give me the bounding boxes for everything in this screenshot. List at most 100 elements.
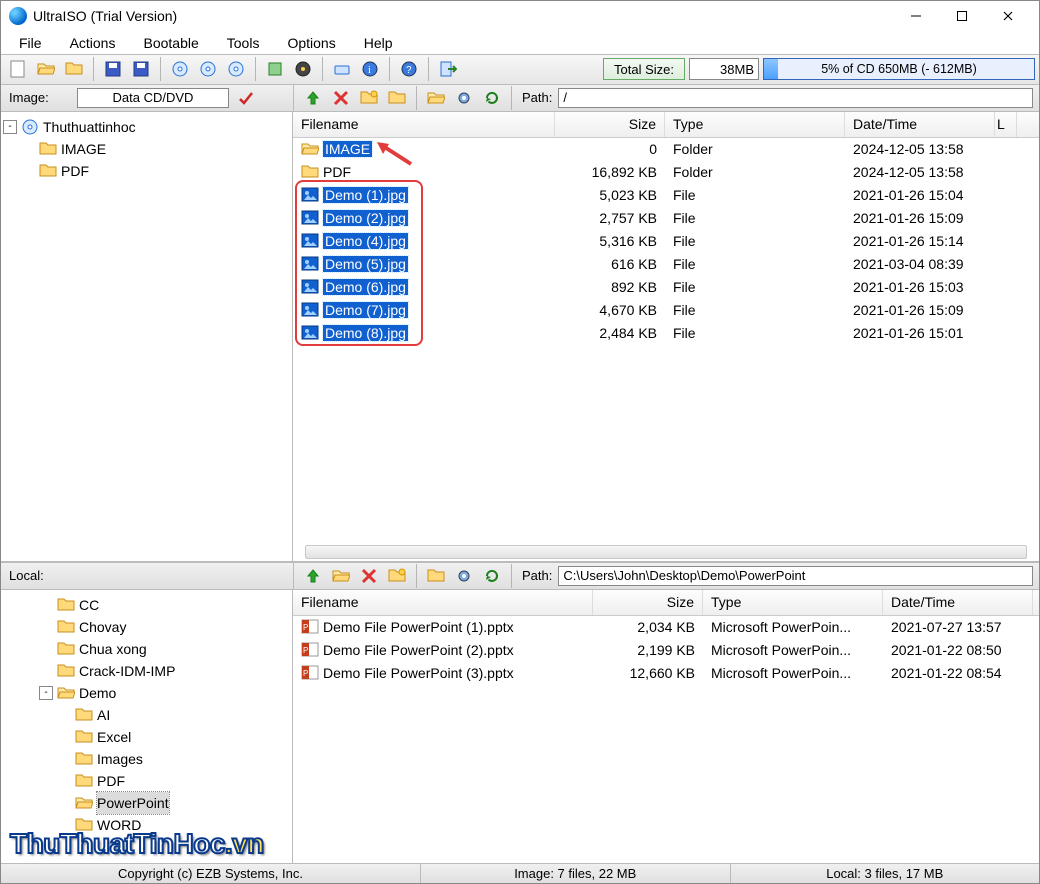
info-button[interactable] bbox=[357, 56, 383, 82]
mount-button[interactable] bbox=[329, 56, 355, 82]
col-filename[interactable]: Filename bbox=[293, 590, 593, 615]
list-item[interactable]: Demo (5).jpg616 KBFile2021-03-04 08:39 bbox=[293, 253, 1039, 276]
save-button[interactable] bbox=[100, 56, 126, 82]
local-refresh-button[interactable] bbox=[479, 563, 505, 589]
col-type[interactable]: Type bbox=[665, 112, 845, 137]
refresh-button[interactable] bbox=[479, 85, 505, 111]
col-filename[interactable]: Filename bbox=[293, 112, 555, 137]
col-date[interactable]: Date/Time bbox=[883, 590, 1033, 615]
capacity-progress[interactable]: 5% of CD 650MB (- 612MB) bbox=[763, 58, 1035, 80]
local-list-header[interactable]: Filename Size Type Date/Time bbox=[293, 590, 1039, 616]
new-folder-button[interactable] bbox=[356, 85, 382, 111]
list-item[interactable]: Demo (4).jpg5,316 KBFile2021-01-26 15:14 bbox=[293, 230, 1039, 253]
hscrollbar[interactable] bbox=[305, 545, 1027, 559]
list-item[interactable]: Demo File PowerPoint (1).pptx2,034 KBMic… bbox=[293, 616, 1039, 639]
open-button[interactable] bbox=[33, 56, 59, 82]
image-list-header[interactable]: Filename Size Type Date/Time L bbox=[293, 112, 1039, 138]
tree-item[interactable]: IMAGE bbox=[3, 138, 290, 160]
list-item[interactable]: Demo (6).jpg892 KBFile2021-01-26 15:03 bbox=[293, 276, 1039, 299]
status-image-info: Image: 7 files, 22 MB bbox=[421, 864, 731, 883]
menu-help[interactable]: Help bbox=[350, 33, 407, 53]
options-button[interactable] bbox=[451, 85, 477, 111]
menu-bootable[interactable]: Bootable bbox=[129, 33, 212, 53]
burn-button[interactable] bbox=[290, 56, 316, 82]
col-type[interactable]: Type bbox=[703, 590, 883, 615]
list-item[interactable]: Demo (8).jpg2,484 KBFile2021-01-26 15:01 bbox=[293, 322, 1039, 345]
col-l[interactable]: L bbox=[995, 112, 1017, 137]
local-open-button[interactable] bbox=[328, 563, 354, 589]
list-item[interactable]: Demo File PowerPoint (2).pptx2,199 KBMic… bbox=[293, 639, 1039, 662]
tree-item[interactable]: Crack-IDM-IMP bbox=[3, 660, 290, 682]
save-as-button[interactable] bbox=[128, 56, 154, 82]
local-options-button[interactable] bbox=[451, 563, 477, 589]
app-icon bbox=[9, 7, 27, 25]
col-size[interactable]: Size bbox=[593, 590, 703, 615]
menu-options[interactable]: Options bbox=[273, 33, 349, 53]
tree-label: IMAGE bbox=[61, 138, 106, 160]
local-add-button[interactable] bbox=[423, 563, 449, 589]
local-up-button[interactable] bbox=[300, 563, 326, 589]
tree-item[interactable]: PowerPoint bbox=[3, 792, 290, 814]
tree-item[interactable]: Images bbox=[3, 748, 290, 770]
local-newfolder-button[interactable] bbox=[384, 563, 410, 589]
img-icon bbox=[301, 209, 319, 227]
minimize-button[interactable] bbox=[893, 2, 939, 30]
make-floppy-button[interactable] bbox=[195, 56, 221, 82]
col-date[interactable]: Date/Time bbox=[845, 112, 995, 137]
file-type: File bbox=[665, 233, 845, 249]
tree-item[interactable]: -Demo bbox=[3, 682, 290, 704]
image-tree[interactable]: -ThuthuattinhocIMAGEPDF bbox=[1, 112, 293, 561]
list-item[interactable]: Demo File PowerPoint (3).pptx12,660 KBMi… bbox=[293, 662, 1039, 685]
menu-file[interactable]: File bbox=[5, 33, 56, 53]
image-path-box[interactable]: / bbox=[558, 88, 1033, 108]
local-file-list[interactable]: Filename Size Type Date/Time Demo File P… bbox=[293, 590, 1039, 863]
image-type-box[interactable]: Data CD/DVD bbox=[77, 88, 229, 108]
file-type: Microsoft PowerPoin... bbox=[703, 619, 883, 635]
tree-item[interactable]: Chovay bbox=[3, 616, 290, 638]
tree-item[interactable]: WORD bbox=[3, 814, 290, 836]
list-item[interactable]: PDF16,892 KBFolder2024-12-05 13:58 bbox=[293, 161, 1039, 184]
expand-toggle bbox=[57, 774, 71, 788]
image-file-list[interactable]: Filename Size Type Date/Time L IMAGE0Fol… bbox=[293, 112, 1039, 561]
tree-item[interactable]: -Thuthuattinhoc bbox=[3, 116, 290, 138]
compress-button[interactable] bbox=[262, 56, 288, 82]
menu-actions[interactable]: Actions bbox=[56, 33, 130, 53]
write-disc-button[interactable] bbox=[223, 56, 249, 82]
maximize-button[interactable] bbox=[939, 2, 985, 30]
tree-label: PDF bbox=[61, 160, 89, 182]
exit-button[interactable] bbox=[435, 56, 461, 82]
make-cd-button[interactable] bbox=[167, 56, 193, 82]
tree-item[interactable]: AI bbox=[3, 704, 290, 726]
new-button[interactable] bbox=[5, 56, 31, 82]
list-item[interactable]: Demo (1).jpg5,023 KBFile2021-01-26 15:04 bbox=[293, 184, 1039, 207]
extract-button[interactable] bbox=[423, 85, 449, 111]
add-files-button[interactable] bbox=[384, 85, 410, 111]
close-button[interactable] bbox=[985, 2, 1031, 30]
menu-tools[interactable]: Tools bbox=[213, 33, 274, 53]
image-properties-button[interactable] bbox=[233, 85, 259, 111]
tree-item[interactable]: CC bbox=[3, 594, 290, 616]
file-type: File bbox=[665, 187, 845, 203]
list-item[interactable]: Demo (7).jpg4,670 KBFile2021-01-26 15:09 bbox=[293, 299, 1039, 322]
local-path-box[interactable]: C:\Users\John\Desktop\Demo\PowerPoint bbox=[558, 566, 1033, 586]
titlebar: UltraISO (Trial Version) bbox=[1, 1, 1039, 32]
remove-button[interactable] bbox=[328, 85, 354, 111]
expand-toggle[interactable]: - bbox=[3, 120, 17, 134]
expand-toggle[interactable]: - bbox=[39, 686, 53, 700]
file-name: Demo (4).jpg bbox=[323, 233, 408, 249]
help-button[interactable] bbox=[396, 56, 422, 82]
file-size: 16,892 KB bbox=[555, 164, 665, 180]
list-item[interactable]: IMAGE0Folder2024-12-05 13:58 bbox=[293, 138, 1039, 161]
reopen-button[interactable] bbox=[61, 56, 87, 82]
go-up-button[interactable] bbox=[300, 85, 326, 111]
tree-item[interactable]: PDF bbox=[3, 770, 290, 792]
local-toolbar: Local: Path: C:\Users\John\Desktop\Demo\… bbox=[1, 562, 1039, 590]
col-size[interactable]: Size bbox=[555, 112, 665, 137]
tree-item[interactable]: PDF bbox=[3, 160, 290, 182]
tree-item[interactable]: Chua xong bbox=[3, 638, 290, 660]
list-item[interactable]: Demo (2).jpg2,757 KBFile2021-01-26 15:09 bbox=[293, 207, 1039, 230]
file-size: 0 bbox=[555, 141, 665, 157]
local-delete-button[interactable] bbox=[356, 563, 382, 589]
local-tree[interactable]: CCChovayChua xongCrack-IDM-IMP-DemoAIExc… bbox=[1, 590, 293, 863]
tree-item[interactable]: Excel bbox=[3, 726, 290, 748]
